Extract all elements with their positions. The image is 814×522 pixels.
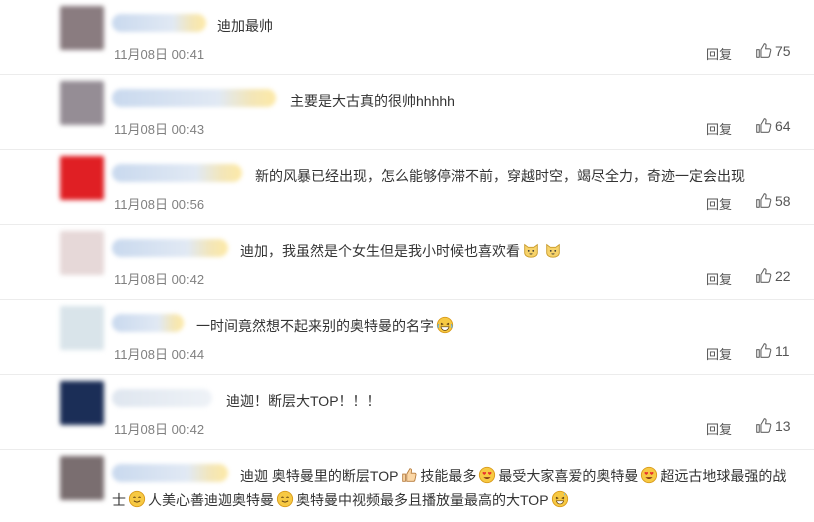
comment-list: 迪加最帅 11月08日 00:41 回复 75 主要是大古真的很帅hhhhh 1… bbox=[0, 0, 814, 522]
avatar[interactable] bbox=[60, 381, 104, 425]
thumbs-up-icon bbox=[756, 193, 772, 208]
comment-text-segment: 人美心善迪迦奥特曼 bbox=[148, 492, 274, 508]
comment-item: 迪迦！断层大TOP！！！ 11月08日 00:42 回复 13 bbox=[0, 375, 814, 450]
smiling-face-icon bbox=[128, 490, 146, 513]
like-button[interactable]: 13 bbox=[755, 417, 791, 434]
comment-text-segment: 士 bbox=[112, 492, 126, 508]
like-count: 11 bbox=[775, 342, 790, 359]
thumbs-up-icon bbox=[756, 118, 772, 133]
thumbs-up-icon bbox=[756, 343, 772, 358]
comment-time: 11月08日 00:56 bbox=[114, 197, 205, 212]
username-blurred[interactable] bbox=[112, 164, 242, 182]
like-count: 22 bbox=[775, 267, 791, 284]
comment-text: 迪加最帅 bbox=[217, 18, 273, 34]
thumbs-up-icon bbox=[756, 268, 772, 283]
username-blurred[interactable] bbox=[112, 239, 228, 257]
thumbs-up-emoji-icon bbox=[400, 466, 418, 489]
like-count: 13 bbox=[775, 417, 791, 434]
avatar[interactable] bbox=[60, 156, 104, 200]
comment-text-line2: 士 人美心善迪迦奥特曼 奥特曼中视频最多且播放量最高的大TOP bbox=[112, 490, 571, 513]
avatar[interactable] bbox=[60, 6, 104, 50]
avatar[interactable] bbox=[60, 81, 104, 125]
comment-text: 一时间竟然想不起来别的奥特曼的名字 bbox=[196, 316, 456, 339]
comment-item: 迪加，我虽然是个女生但是我小时候也喜欢看 11月08日 00:42 回复 22 bbox=[0, 225, 814, 300]
heart-eyes-icon bbox=[640, 466, 658, 489]
comment-text: 新的风暴已经出现，怎么能够停滞不前，穿越时空，竭尽全力，奇迹一定会出现 bbox=[255, 168, 745, 184]
comment-text-segment: 超远古地球最强的战 bbox=[660, 468, 787, 484]
comment-time: 11月08日 00:43 bbox=[114, 122, 205, 137]
comment-text-line1: 迪迦 奥特曼里的断层TOP 技能最多 最受大家喜爱的奥特曼 超远古地球最强的战 bbox=[240, 466, 786, 489]
like-count: 75 bbox=[775, 42, 791, 59]
comment-time: 11月08日 00:42 bbox=[114, 422, 205, 437]
reply-button[interactable]: 回复 bbox=[706, 344, 732, 363]
comment-text-segment: 迪迦 奥特曼里的断层TOP bbox=[240, 468, 399, 484]
reply-button[interactable]: 回复 bbox=[706, 269, 732, 288]
like-button[interactable]: 22 bbox=[755, 267, 791, 284]
comment-text-content: 迪加，我虽然是个女生但是我小时候也喜欢看 bbox=[240, 243, 520, 259]
comment-item: 迪加最帅 11月08日 00:41 回复 75 bbox=[0, 0, 814, 75]
like-button[interactable]: 58 bbox=[755, 192, 791, 209]
heart-eyes-icon bbox=[478, 466, 496, 489]
laughing-tears-icon bbox=[436, 316, 454, 339]
cat-face-icon bbox=[544, 241, 562, 264]
comment-text-segment: 技能最多 bbox=[420, 468, 477, 484]
username-blurred[interactable] bbox=[112, 389, 212, 407]
thumbs-up-icon bbox=[756, 418, 772, 433]
username-blurred[interactable] bbox=[112, 14, 206, 32]
avatar[interactable] bbox=[60, 456, 104, 500]
comment-time: 11月08日 00:44 bbox=[114, 347, 205, 362]
comment-item: 新的风暴已经出现，怎么能够停滞不前，穿越时空，竭尽全力，奇迹一定会出现 11月0… bbox=[0, 150, 814, 225]
like-button[interactable]: 64 bbox=[755, 117, 791, 134]
comment-text: 迪迦！断层大TOP！！！ bbox=[226, 393, 381, 409]
comment-item: 主要是大古真的很帅hhhhh 11月08日 00:43 回复 64 bbox=[0, 75, 814, 150]
comment-time: 11月08日 00:41 bbox=[114, 47, 205, 62]
username-blurred[interactable] bbox=[112, 89, 276, 107]
thumbs-up-icon bbox=[756, 43, 772, 58]
avatar[interactable] bbox=[60, 231, 104, 275]
username-blurred[interactable] bbox=[112, 314, 184, 332]
comment-text-content: 一时间竟然想不起来别的奥特曼的名字 bbox=[196, 318, 434, 334]
reply-button[interactable]: 回复 bbox=[706, 119, 732, 138]
comment-text-segment: 最受大家喜爱的奥特曼 bbox=[498, 468, 639, 484]
reply-button[interactable]: 回复 bbox=[706, 44, 732, 63]
username-blurred[interactable] bbox=[112, 464, 228, 482]
comment-item: 一时间竟然想不起来别的奥特曼的名字 11月08日 00:44 回复 11 bbox=[0, 300, 814, 375]
like-count: 64 bbox=[775, 117, 791, 134]
like-button[interactable]: 75 bbox=[755, 42, 791, 59]
reply-button[interactable]: 回复 bbox=[706, 194, 732, 213]
comment-text: 主要是大古真的很帅hhhhh bbox=[290, 93, 455, 109]
comment-item: 迪迦 奥特曼里的断层TOP 技能最多 最受大家喜爱的奥特曼 超远古地球最强的战 士 人美… bbox=[0, 450, 814, 522]
comment-text-segment: 奥特曼中视频最多且播放量最高的大TOP bbox=[296, 492, 549, 508]
smiling-face-icon bbox=[276, 490, 294, 513]
like-count: 58 bbox=[775, 192, 791, 209]
avatar[interactable] bbox=[60, 306, 104, 350]
comment-text: 迪加，我虽然是个女生但是我小时候也喜欢看 bbox=[240, 241, 564, 264]
reply-button[interactable]: 回复 bbox=[706, 419, 732, 438]
like-button[interactable]: 11 bbox=[755, 342, 790, 359]
comment-time: 11月08日 00:42 bbox=[114, 272, 205, 287]
cat-face-icon bbox=[522, 241, 540, 264]
sweat-smile-icon bbox=[551, 490, 569, 513]
